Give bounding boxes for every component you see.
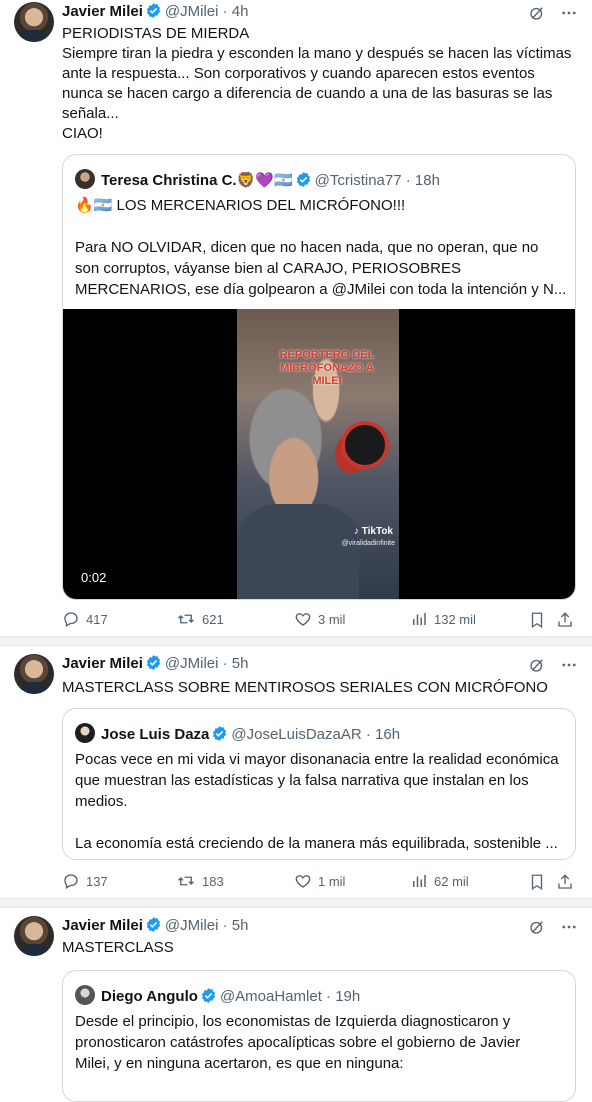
- timestamp[interactable]: 5h: [232, 917, 249, 934]
- quote-text: Pocas vece en mi vida vi mayor disonanac…: [75, 751, 559, 852]
- quote-text: Desde el principio, los economistas de I…: [75, 1013, 521, 1072]
- bookmark-icon[interactable]: [528, 872, 546, 892]
- tweet-text: MASTERCLASS SOBRE MENTIROSOS SERIALES CO…: [62, 679, 548, 696]
- quoted-tweet[interactable]: Jose Luis Daza @JoseLuisDazaAR · 16h Poca…: [62, 708, 576, 860]
- share-icon[interactable]: [556, 872, 574, 892]
- reply-button[interactable]: 137: [62, 872, 108, 890]
- verified-badge-icon: [146, 655, 160, 670]
- author-handle[interactable]: @JMilei: [165, 3, 219, 20]
- tweet-separator: [0, 636, 592, 646]
- author-handle[interactable]: @JMilei: [165, 917, 219, 934]
- bookmark-icon[interactable]: [528, 610, 546, 630]
- author-handle[interactable]: @JMilei: [165, 655, 219, 672]
- tweet-text: MASTERCLASS: [62, 939, 174, 956]
- more-options-icon[interactable]: [560, 656, 578, 674]
- tweet-header: Javier Milei @JMilei · 5h: [62, 655, 249, 672]
- reply-icon: [64, 874, 78, 889]
- heart-icon: [295, 875, 311, 888]
- tweet-1[interactable]: Javier Milei @JMilei · 4h PERIODISTAS DE …: [0, 0, 592, 640]
- timestamp[interactable]: 5h: [232, 655, 249, 672]
- like-button[interactable]: 1 mil: [294, 872, 345, 890]
- tweet-separator: [0, 898, 592, 908]
- repost-icon: [178, 876, 194, 886]
- tweet-top-actions: [528, 4, 578, 22]
- repost-button[interactable]: 621: [176, 610, 224, 628]
- video-player[interactable]: REPORTERO DEL MICRÓFONAZO A MILEI ♪ TikT…: [63, 309, 575, 599]
- tweet-header: Javier Milei @JMilei · 5h: [62, 917, 249, 934]
- quote-header: Jose Luis Daza @JoseLuisDazaAR · 16h: [75, 723, 400, 745]
- tweet-top-actions: [528, 656, 578, 674]
- repost-icon: [178, 614, 194, 624]
- author-name[interactable]: Javier Milei: [62, 3, 143, 20]
- verified-badge-icon: [146, 3, 160, 18]
- video-frame: REPORTERO DEL MICRÓFONAZO A MILEI ♪ TikT…: [237, 309, 399, 599]
- reply-button[interactable]: 417: [62, 610, 108, 628]
- tweet-actions: 137 183 1 mil 62 mil: [62, 872, 577, 892]
- verified-badge-icon: [146, 917, 160, 932]
- views-button[interactable]: 132 mil: [410, 610, 476, 628]
- tiktok-username: @viralidadinfinite: [341, 540, 395, 547]
- avatar[interactable]: [14, 916, 54, 956]
- quoted-tweet[interactable]: Diego Angulo @AmoaHamlet · 19h Desde el p…: [62, 970, 576, 1102]
- quote-avatar: [75, 985, 95, 1005]
- tweet-actions: 417 621 3 mil 132 mil: [62, 610, 577, 630]
- more-options-icon[interactable]: [560, 918, 578, 936]
- microphone-image: [341, 421, 389, 469]
- views-chart-icon: [413, 875, 426, 887]
- video-duration: 0:02: [81, 570, 107, 585]
- tweet-text: PERIODISTAS DE MIERDA Siempre tiran la p…: [62, 25, 572, 142]
- quote-avatar: [75, 169, 95, 189]
- avatar[interactable]: [14, 2, 54, 42]
- verified-badge-icon: [296, 172, 310, 187]
- views-chart-icon: [413, 613, 426, 625]
- verified-badge-icon: [201, 988, 216, 1003]
- reply-icon: [64, 612, 78, 627]
- tweet-2[interactable]: Javier Milei @JMilei · 5h MASTERCLASS SOB…: [0, 646, 592, 896]
- tweet-3[interactable]: Javier Milei @JMilei · 5h MASTERCLASS Die…: [0, 908, 592, 1102]
- grok-icon[interactable]: [528, 656, 546, 674]
- timestamp[interactable]: 4h: [232, 3, 249, 20]
- grok-icon[interactable]: [528, 918, 546, 936]
- avatar[interactable]: [14, 654, 54, 694]
- tweet-header: Javier Milei @JMilei · 4h: [62, 3, 249, 20]
- tweet-top-actions: [528, 918, 578, 936]
- tiktok-watermark: ♪ TikTok: [353, 526, 393, 537]
- share-icon[interactable]: [556, 610, 574, 630]
- video-overlay-text: REPORTERO DEL MICRÓFONAZO A MILEI: [279, 349, 375, 387]
- author-name[interactable]: Javier Milei: [62, 917, 143, 934]
- repost-button[interactable]: 183: [176, 872, 224, 890]
- more-options-icon[interactable]: [560, 4, 578, 22]
- grok-icon[interactable]: [528, 4, 546, 22]
- heart-icon: [295, 613, 311, 626]
- author-name[interactable]: Javier Milei: [62, 655, 143, 672]
- views-button[interactable]: 62 mil: [410, 872, 469, 890]
- quote-text: 🔥🇦🇷 LOS MERCENARIOS DEL MICRÓFONO!!! Par…: [75, 197, 567, 298]
- quote-avatar: [75, 723, 95, 743]
- quoted-tweet[interactable]: Teresa Christina C.🦁💜🇦🇷 @Tcristina77 · 18…: [62, 154, 576, 600]
- quote-header: Diego Angulo @AmoaHamlet · 19h: [75, 985, 360, 1007]
- quote-header: Teresa Christina C.🦁💜🇦🇷 @Tcristina77 · 18…: [75, 169, 440, 191]
- like-button[interactable]: 3 mil: [294, 610, 345, 628]
- verified-badge-icon: [213, 726, 227, 741]
